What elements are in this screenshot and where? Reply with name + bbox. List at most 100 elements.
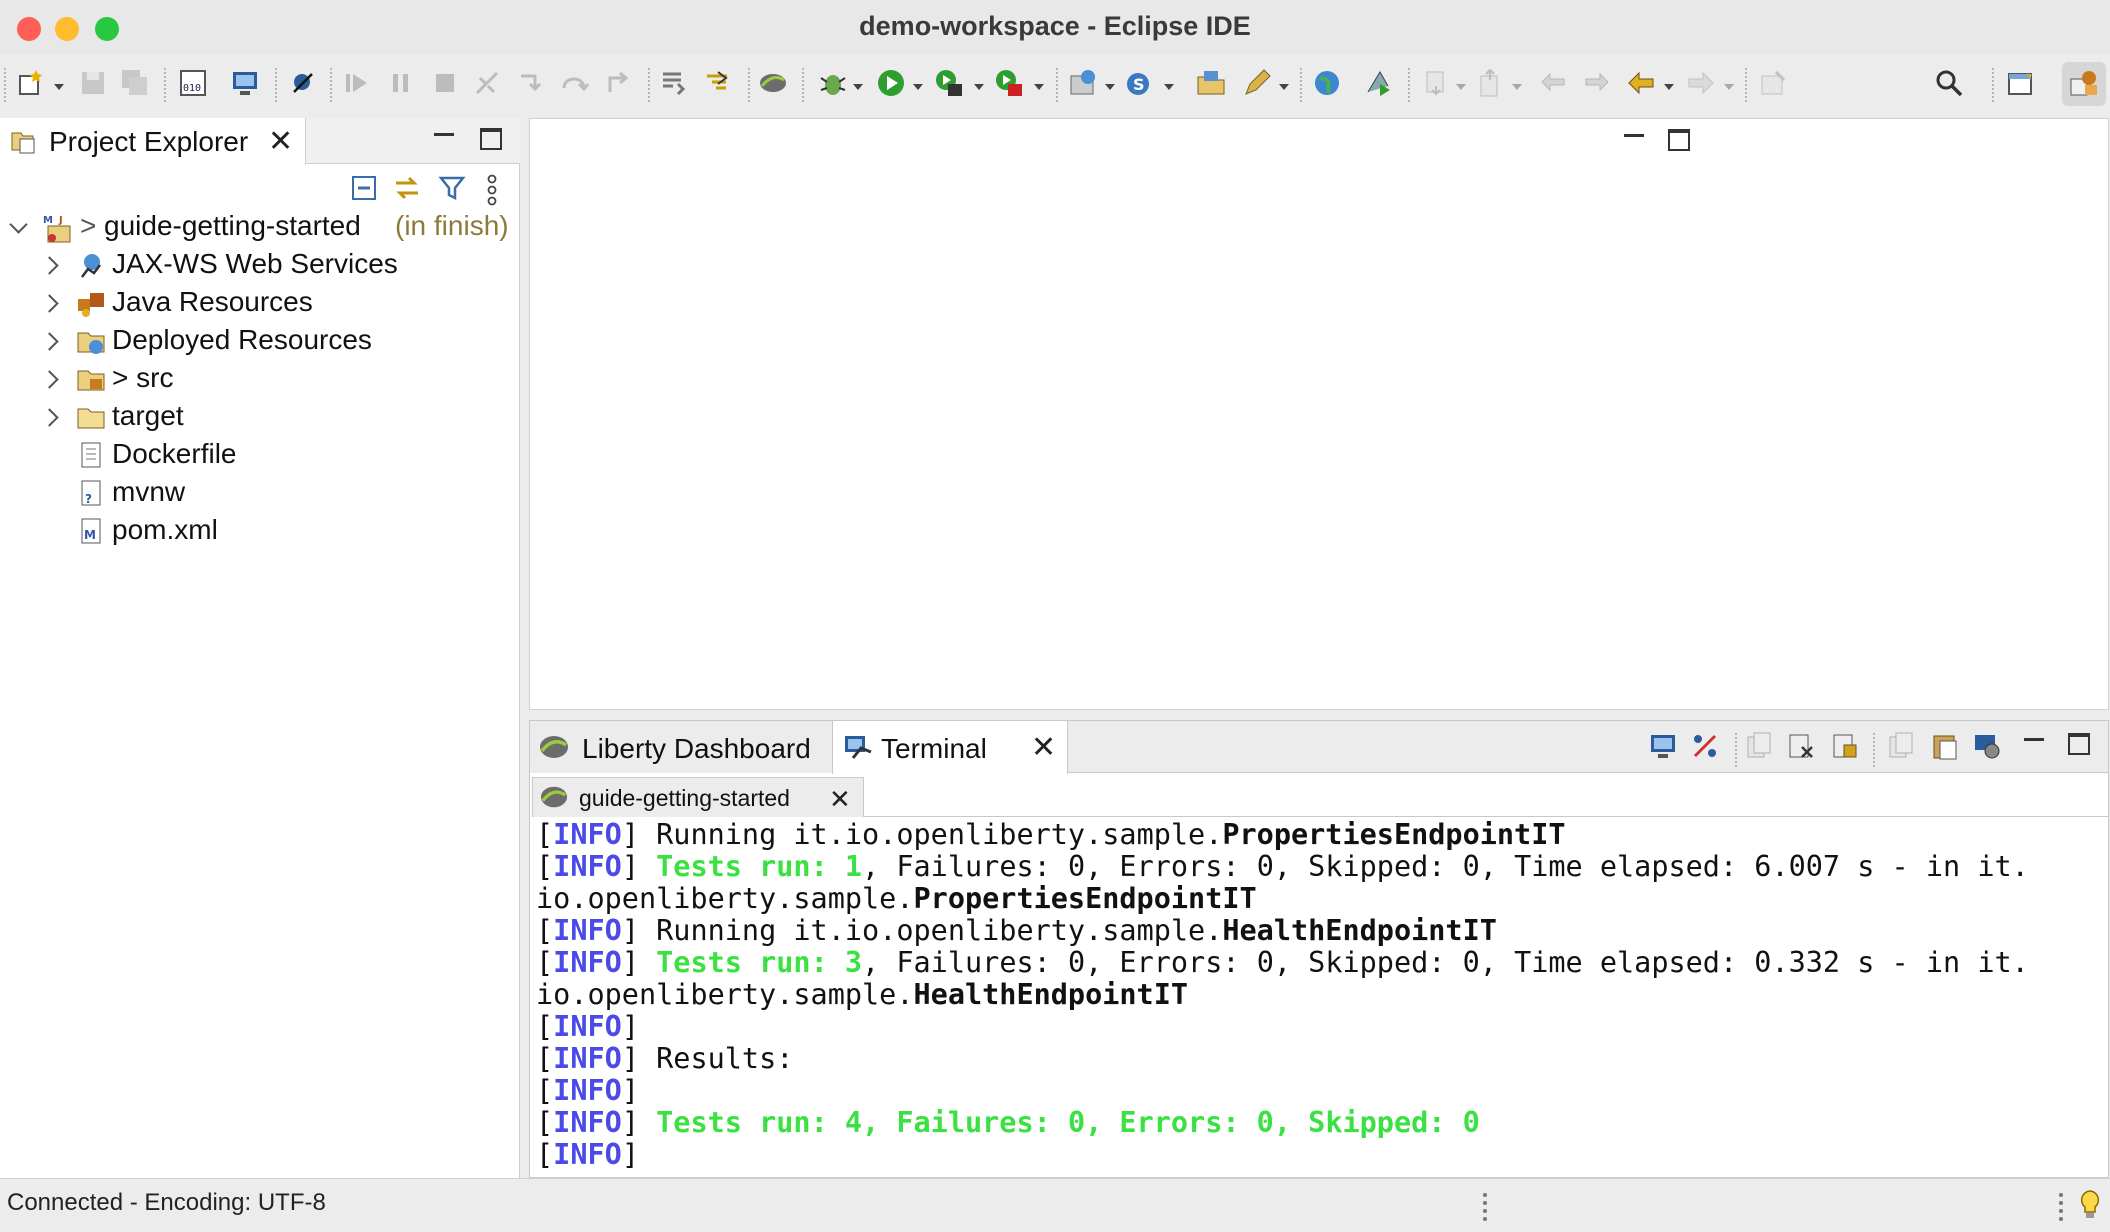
forward-edit-icon[interactable]	[1582, 68, 1612, 98]
console-line: [INFO] Running it.io.openliberty.sample.…	[536, 819, 2108, 851]
tab-terminal-session[interactable]: guide-getting-started ✕	[532, 777, 864, 817]
minimize-editor-icon[interactable]	[1624, 134, 1644, 137]
use-step-filters-icon[interactable]	[704, 68, 734, 98]
minimize-panel-icon[interactable]	[2024, 738, 2044, 741]
filter-icon[interactable]	[438, 174, 466, 202]
link-with-editor-icon[interactable]	[392, 174, 422, 202]
open-perspective-icon[interactable]	[2006, 68, 2036, 98]
prev-annotation-icon[interactable]	[1476, 68, 1506, 98]
save-icon[interactable]	[78, 68, 108, 98]
external-tools-icon[interactable]	[994, 68, 1024, 98]
maximize-panel-icon[interactable]	[2068, 733, 2090, 755]
open-terminal-icon[interactable]	[1648, 731, 1678, 761]
skip-breakpoints-icon[interactable]	[288, 68, 318, 98]
chevron-right-icon[interactable]	[40, 294, 59, 313]
last-edit-icon[interactable]	[1538, 68, 1568, 98]
chevron-right-icon[interactable]	[40, 408, 59, 427]
console-text: [	[536, 1074, 554, 1107]
deploy-icon[interactable]	[1364, 68, 1394, 98]
globe-icon[interactable]	[1312, 68, 1342, 98]
java-ee-perspective-button[interactable]	[2062, 62, 2106, 106]
save-all-icon[interactable]	[120, 68, 150, 98]
resume-icon[interactable]	[342, 68, 372, 98]
back-icon[interactable]	[1626, 68, 1656, 98]
console-line: [INFO]	[536, 1075, 2108, 1107]
run-icon[interactable]	[876, 68, 906, 98]
minimize-view-icon[interactable]	[434, 133, 454, 136]
console-text: ]	[621, 1074, 639, 1107]
java-ee-perspective-icon	[2070, 71, 2097, 96]
svg-text:J: J	[58, 215, 63, 226]
tab-liberty-dashboard[interactable]: Liberty Dashboard	[530, 721, 832, 773]
open-terminal-icon[interactable]	[230, 68, 260, 98]
console-text: HealthEndpointIT	[913, 978, 1189, 1011]
tree-item-src[interactable]: > src	[0, 360, 520, 398]
source-folder-icon	[77, 370, 105, 391]
copy-icon[interactable]	[1886, 731, 1916, 761]
edit-icon[interactable]	[1242, 68, 1272, 98]
step-over-icon[interactable]	[560, 68, 590, 98]
suspend-icon[interactable]	[386, 68, 416, 98]
tree-item-java-resources[interactable]: Java Resources	[0, 284, 520, 322]
chevron-down-icon[interactable]	[9, 215, 28, 234]
tree-item-label: Java Resources	[112, 286, 313, 317]
paste-icon[interactable]	[1930, 731, 1960, 761]
console-text: io.openliberty.sample.	[536, 882, 914, 915]
tip-lightbulb-icon[interactable]	[2078, 1189, 2102, 1221]
maximize-view-icon[interactable]	[480, 128, 502, 150]
close-icon[interactable]: ✕	[268, 127, 293, 157]
console-text: ]	[621, 946, 657, 979]
project-explorer-panel: Project Explorer ✕ MJ > guide-getting-st…	[0, 118, 520, 1178]
terminate-icon[interactable]	[430, 68, 460, 98]
tree-item-pom-xml[interactable]: Mpom.xml	[0, 512, 520, 550]
view-menu-icon[interactable]	[486, 174, 498, 206]
new-service-icon[interactable]: S	[1124, 68, 1154, 98]
close-icon[interactable]: ✕	[829, 784, 851, 814]
liberty-icon	[540, 736, 568, 758]
step-return-icon[interactable]	[604, 68, 634, 98]
status-separator-icon	[1483, 1193, 1487, 1221]
pin-editor-icon[interactable]	[1758, 68, 1788, 98]
tree-item-target[interactable]: target	[0, 398, 520, 436]
tree-item-deployed-resources[interactable]: Deployed Resources	[0, 322, 520, 360]
scroll-lock-icon[interactable]	[1830, 731, 1860, 761]
tree-item-mvnw[interactable]: ? mvnw	[0, 474, 520, 512]
disconnect-terminal-icon[interactable]	[1690, 731, 1720, 761]
chevron-right-icon[interactable]	[40, 370, 59, 389]
unknown-file-icon: ?	[81, 480, 101, 506]
disconnect-icon[interactable]	[472, 68, 502, 98]
clear-terminal-icon[interactable]	[1786, 731, 1816, 761]
tree-root-project[interactable]: MJ > guide-getting-started (in finish)	[0, 208, 520, 246]
collapse-all-icon[interactable]	[350, 174, 378, 202]
new-server-icon[interactable]	[1068, 68, 1098, 98]
drop-to-frame-icon[interactable]	[660, 68, 690, 98]
terminal-settings-icon[interactable]	[1972, 731, 2002, 761]
console-line: io.openliberty.sample.HealthEndpointIT	[536, 979, 2108, 1011]
chevron-right-icon[interactable]	[40, 332, 59, 351]
new-wizard-icon[interactable]	[16, 68, 46, 98]
tree-item-jax-ws-web-services[interactable]: JAX-WS Web Services	[0, 246, 520, 284]
coverage-icon[interactable]	[934, 68, 964, 98]
tab-project-explorer[interactable]: Project Explorer ✕	[0, 118, 306, 165]
open-folder-icon[interactable]	[1196, 68, 1226, 98]
tab-terminal[interactable]: Terminal ✕	[832, 721, 1068, 774]
chevron-right-icon[interactable]	[40, 256, 59, 275]
liberty-icon[interactable]	[758, 68, 788, 98]
log-level: INFO	[553, 914, 622, 947]
forward-icon[interactable]	[1686, 68, 1716, 98]
terminal-output[interactable]: [INFO] Running it.io.openliberty.sample.…	[532, 819, 2108, 1177]
step-into-icon[interactable]	[516, 68, 546, 98]
console-text: [	[536, 1042, 554, 1075]
remove-all-terminated-icon[interactable]	[1744, 731, 1774, 761]
next-annotation-icon[interactable]	[1422, 68, 1452, 98]
window-title: demo-workspace - Eclipse IDE	[859, 11, 1251, 41]
tree-item-dockerfile[interactable]: Dockerfile	[0, 436, 520, 474]
close-icon[interactable]: ✕	[1031, 733, 1056, 763]
maximize-editor-icon[interactable]	[1668, 129, 1690, 151]
binary-icon[interactable]: 010	[178, 68, 208, 98]
console-text: [	[536, 914, 554, 947]
search-icon[interactable]	[1934, 68, 1964, 98]
svg-text:M: M	[43, 215, 53, 226]
terminal-icon	[845, 736, 872, 759]
debug-icon[interactable]	[818, 68, 848, 98]
